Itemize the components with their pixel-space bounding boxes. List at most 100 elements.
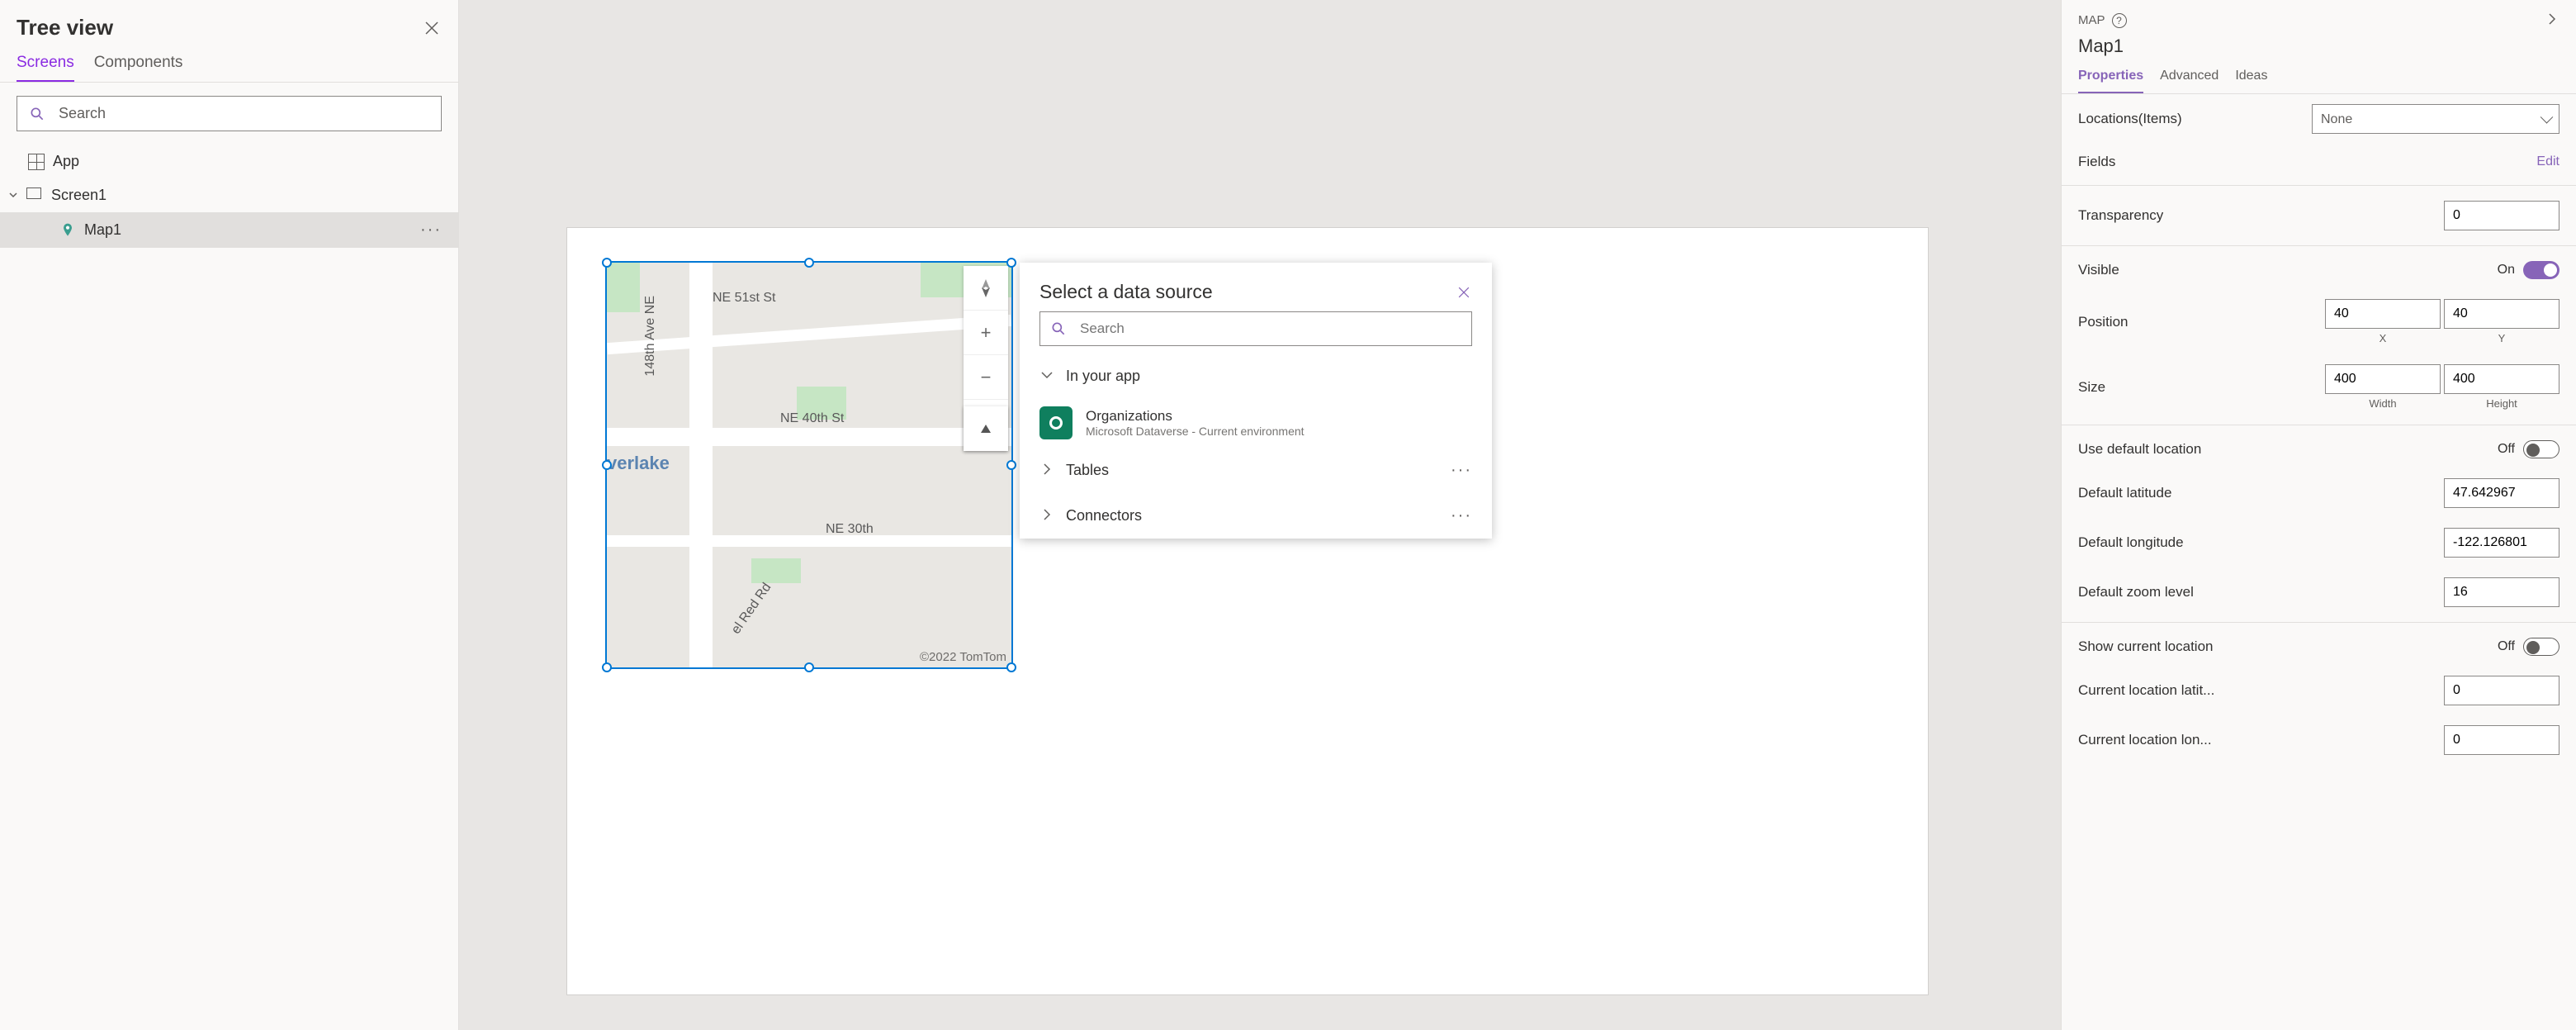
prop-position-x-sub: X [2379, 332, 2387, 344]
app-icon [28, 154, 45, 170]
search-icon [29, 106, 45, 122]
prop-lat-input[interactable] [2444, 478, 2559, 508]
tab-properties[interactable]: Properties [2078, 64, 2143, 93]
map-zoom-in-button[interactable]: + [964, 311, 1008, 355]
properties-panel: MAP ? Map1 Properties Advanced Ideas Loc… [2061, 0, 2576, 1030]
chevron-down-icon [8, 187, 18, 204]
resize-handle[interactable] [804, 258, 814, 268]
prop-default-loc-label: Use default location [2078, 441, 2201, 458]
more-icon[interactable]: ··· [1451, 506, 1472, 525]
map-label-road: el Red Rd [729, 581, 775, 638]
search-icon [1050, 320, 1067, 337]
prop-visible-label: Visible [2078, 262, 2119, 278]
map-controls-overlay: + − [964, 266, 1008, 451]
prop-position-x-input[interactable] [2325, 299, 2441, 329]
prop-default-loc-toggle[interactable] [2523, 440, 2559, 458]
close-icon[interactable] [1456, 284, 1472, 301]
popup-search[interactable] [1039, 311, 1472, 346]
help-icon[interactable]: ? [2112, 13, 2127, 28]
prop-position-y-sub: Y [2498, 332, 2506, 344]
tab-screens[interactable]: Screens [17, 49, 74, 82]
tree-map-label: Map1 [84, 221, 121, 239]
prop-visible-toggle[interactable] [2523, 261, 2559, 279]
tree-view-title: Tree view [17, 15, 113, 40]
resize-handle[interactable] [804, 662, 814, 672]
popup-search-input[interactable] [1040, 312, 1471, 345]
item-subtitle: Microsoft Dataverse - Current environmen… [1086, 425, 1305, 438]
prop-transparency-label: Transparency [2078, 207, 2163, 224]
prop-transparency-input[interactable] [2444, 201, 2559, 230]
prop-locations-label: Locations(Items) [2078, 111, 2182, 127]
resize-handle[interactable] [1006, 460, 1016, 470]
prop-size-label: Size [2078, 379, 2105, 396]
chevron-down-icon [1039, 368, 1053, 385]
map-label-street2: NE 40th St [780, 411, 844, 426]
prop-lat-label: Default latitude [2078, 485, 2171, 501]
section-label: Connectors [1066, 507, 1142, 524]
prop-show-cur-toggle[interactable] [2523, 638, 2559, 656]
tree-screen-row[interactable]: Screen1 [0, 178, 458, 212]
map-icon [59, 222, 76, 239]
prop-show-cur-label: Show current location [2078, 638, 2213, 655]
tree-map-row[interactable]: Map1 ··· [0, 212, 458, 248]
prop-cur-lon-label: Current location lon... [2078, 732, 2212, 748]
prop-size-h-sub: Height [2486, 397, 2517, 410]
map-pitch-button[interactable] [964, 406, 1008, 451]
resize-handle[interactable] [602, 258, 612, 268]
section-tables[interactable]: Tables ··· [1020, 448, 1492, 493]
item-title: Organizations [1086, 408, 1305, 425]
resize-handle[interactable] [602, 460, 612, 470]
map-label-avenue: 148th Ave NE [643, 296, 658, 377]
data-source-organizations[interactable]: Organizations Microsoft Dataverse - Curr… [1020, 398, 1492, 448]
tree-search-input[interactable] [17, 97, 441, 131]
tab-advanced[interactable]: Advanced [2160, 64, 2218, 93]
prop-visible-state: On [2498, 263, 2515, 278]
more-icon[interactable]: ··· [420, 221, 442, 240]
tree-app-row[interactable]: App [0, 145, 458, 178]
map-content[interactable]: 148th Ave NE NE 51st St NE 40th St NE 30… [607, 263, 1011, 667]
chevron-right-icon [1039, 462, 1053, 479]
prop-position-y-input[interactable] [2444, 299, 2559, 329]
data-source-popup: Select a data source In your app [1020, 263, 1492, 539]
tree-app-label: App [53, 153, 79, 170]
prop-lon-input[interactable] [2444, 528, 2559, 558]
section-connectors[interactable]: Connectors ··· [1020, 493, 1492, 539]
map-copyright: ©2022 TomTom [920, 650, 1006, 664]
section-label: Tables [1066, 462, 1109, 479]
prop-size-w-input[interactable] [2325, 364, 2441, 394]
resize-handle[interactable] [602, 662, 612, 672]
screen-canvas[interactable]: 148th Ave NE NE 51st St NE 40th St NE 30… [566, 227, 1929, 995]
tab-components[interactable]: Components [94, 49, 183, 82]
prop-cur-lat-label: Current location latit... [2078, 682, 2214, 699]
popup-title: Select a data source [1039, 281, 1213, 303]
map-zoom-out-button[interactable]: − [964, 355, 1008, 400]
prop-size-h-input[interactable] [2444, 364, 2559, 394]
map-label-street3: NE 30th [826, 522, 874, 537]
prop-show-cur-state: Off [2498, 639, 2515, 654]
close-icon[interactable] [422, 18, 442, 38]
tab-ideas[interactable]: Ideas [2235, 64, 2267, 93]
chevron-right-icon [1039, 507, 1053, 524]
prop-position-label: Position [2078, 314, 2128, 330]
map-compass-button[interactable] [964, 266, 1008, 311]
prop-cur-lon-input[interactable] [2444, 725, 2559, 755]
control-type: MAP [2078, 13, 2105, 27]
tree-view-panel: Tree view Screens Components App Screen1 [0, 0, 459, 1030]
dataverse-icon [1039, 406, 1073, 439]
prop-zoom-input[interactable] [2444, 577, 2559, 607]
tree-search[interactable] [17, 96, 442, 131]
prop-size-w-sub: Width [2369, 397, 2396, 410]
more-icon[interactable]: ··· [1451, 461, 1472, 480]
prop-cur-lat-input[interactable] [2444, 676, 2559, 705]
prop-fields-edit-link[interactable]: Edit [2536, 154, 2559, 169]
prop-fields-label: Fields [2078, 154, 2115, 170]
resize-handle[interactable] [1006, 662, 1016, 672]
prop-lon-label: Default longitude [2078, 534, 2184, 551]
prop-locations-select[interactable]: None [2312, 104, 2559, 134]
map-control[interactable]: 148th Ave NE NE 51st St NE 40th St NE 30… [607, 263, 1011, 667]
chevron-right-icon[interactable] [2545, 12, 2559, 29]
prop-default-loc-state: Off [2498, 442, 2515, 457]
section-in-your-app[interactable]: In your app [1020, 354, 1492, 398]
map-label-place: verlake [607, 453, 670, 474]
resize-handle[interactable] [1006, 258, 1016, 268]
